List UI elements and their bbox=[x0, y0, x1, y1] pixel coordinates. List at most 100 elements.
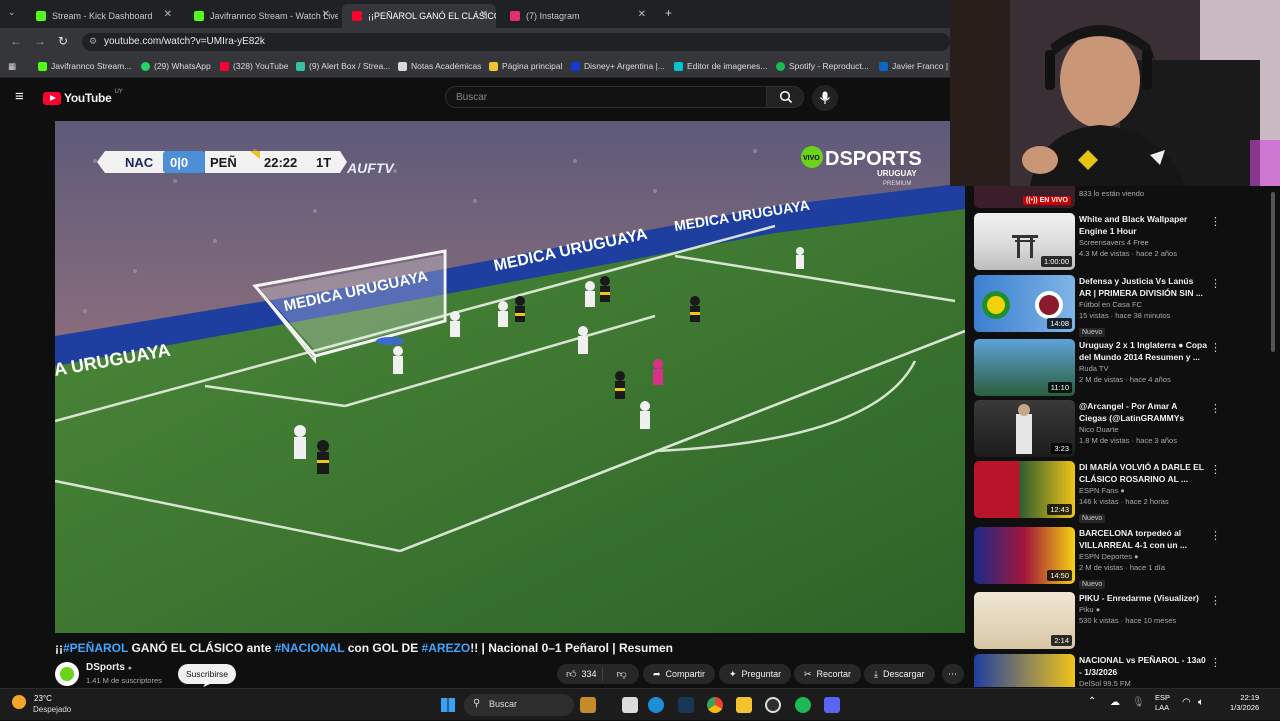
clip-button[interactable]: ✂ Recortar bbox=[794, 664, 862, 684]
reload-icon[interactable]: ↻ bbox=[58, 34, 68, 48]
verified-icon: ● bbox=[1095, 605, 1101, 614]
obs-icon[interactable] bbox=[765, 697, 781, 713]
wifi-icon[interactable]: ◠ bbox=[1182, 697, 1191, 708]
channel-name[interactable]: ESPN Deportes ● bbox=[1079, 551, 1207, 562]
list-item[interactable]: 3:23 @Arcangel - Por Amar A Ciegas (@Lat… bbox=[974, 400, 1274, 460]
video-thumbnail[interactable]: 11:10 bbox=[974, 339, 1075, 396]
list-item[interactable]: 12:43 DI MARÍA VOLVIÓ A DARLE EL CLÁSICO… bbox=[974, 461, 1274, 523]
weather-icon[interactable] bbox=[12, 695, 26, 709]
tray-overflow-icon[interactable]: ⌃ bbox=[1088, 696, 1096, 707]
search-input[interactable]: Buscar bbox=[445, 86, 767, 108]
chrome-icon[interactable] bbox=[707, 697, 723, 713]
list-item[interactable]: 1:00:00 White and Black Wallpaper Engine… bbox=[974, 213, 1274, 273]
close-icon[interactable]: ✕ bbox=[164, 9, 172, 20]
file-icon[interactable] bbox=[622, 697, 638, 713]
video-thumbnail[interactable]: 14:50 bbox=[974, 527, 1075, 584]
video-thumbnail[interactable]: 2:14 bbox=[974, 592, 1075, 649]
video-thumbnail[interactable]: 14:08 bbox=[974, 275, 1075, 332]
lang-indicator[interactable]: ESP LAA bbox=[1155, 693, 1170, 713]
live-item[interactable]: ((•)) EN VIVO bbox=[974, 184, 1075, 208]
bookmark-item[interactable]: Editor de imagenes... bbox=[674, 61, 767, 71]
more-actions-button[interactable]: ⋯ bbox=[942, 664, 964, 684]
menu-icon[interactable]: ≡ bbox=[15, 88, 24, 105]
like-button[interactable]: 👍︎ 334 bbox=[557, 667, 604, 681]
dislike-button[interactable]: 👎︎ bbox=[608, 668, 634, 680]
edge-icon[interactable] bbox=[648, 697, 664, 713]
video-player[interactable]: MEDICA URUGUAYA MEDICA URUGUAYA A URUGUA… bbox=[55, 121, 965, 633]
site-info-icon[interactable]: ⚙ bbox=[89, 36, 97, 47]
bookmark-item[interactable]: Página principal bbox=[489, 61, 562, 71]
mic-tray-icon[interactable]: 🎙︎ bbox=[1132, 697, 1145, 708]
channel-name[interactable]: Nico Duarte bbox=[1079, 424, 1207, 435]
more-vertical-icon[interactable]: ⋮ bbox=[1210, 656, 1221, 669]
forward-icon[interactable]: → bbox=[34, 34, 46, 48]
tab-youtube-video[interactable]: ¡¡PEÑAROL GANÓ EL CLÁSICO ✕ bbox=[342, 4, 496, 28]
hashtag-link[interactable]: #PEÑAROL bbox=[63, 641, 128, 655]
close-icon[interactable]: ✕ bbox=[322, 9, 330, 20]
video-thumbnail[interactable]: 3:23 bbox=[974, 400, 1075, 457]
list-item[interactable]: 14:08 Defensa y Justicia Vs Lanús AR | P… bbox=[974, 275, 1274, 337]
channel-name[interactable]: ESPN Fans ● bbox=[1079, 485, 1207, 496]
tab-search-icon[interactable]: ⌄ bbox=[8, 7, 16, 18]
windows-start-icon[interactable] bbox=[441, 698, 455, 712]
bookmark-item[interactable]: (328) YouTube bbox=[220, 61, 288, 71]
bookmark-item[interactable]: Spotify - Reproduct... bbox=[776, 61, 869, 71]
video-thumbnail[interactable] bbox=[974, 654, 1075, 687]
bookmark-item[interactable]: Disney+ Argentina |... bbox=[571, 61, 665, 71]
bookmark-item[interactable]: Notas Académicas bbox=[398, 61, 481, 71]
list-item[interactable]: 2:14 PIKU - Enredarme (Visualizer) Piku … bbox=[974, 592, 1274, 652]
ask-button[interactable]: ✦ Preguntar bbox=[719, 664, 792, 684]
taskbar-search[interactable]: ⚲ Buscar bbox=[464, 694, 574, 716]
tab-instagram[interactable]: (7) Instagram ✕ bbox=[500, 4, 654, 28]
back-icon[interactable]: ← bbox=[10, 34, 22, 48]
whatsapp-icon bbox=[141, 61, 150, 71]
tab-kick-dashboard[interactable]: Stream - Kick Dashboard ✕ bbox=[26, 4, 180, 28]
youtube-logo[interactable]: YouTube UY bbox=[43, 89, 123, 105]
hashtag-link[interactable]: #AREZO bbox=[422, 641, 471, 655]
discord-icon[interactable] bbox=[824, 697, 840, 713]
bookmark-item[interactable]: (9) Alert Box / Strea... bbox=[296, 61, 390, 71]
spotify-icon[interactable] bbox=[795, 697, 811, 713]
more-vertical-icon[interactable]: ⋮ bbox=[1210, 594, 1221, 607]
bookmark-item[interactable]: Javifrannco Stream... bbox=[38, 61, 131, 71]
voice-search-button[interactable] bbox=[812, 85, 838, 111]
tab-kick-watch[interactable]: Javifrannco Stream - Watch Live ✕ bbox=[184, 4, 338, 28]
steam-icon[interactable] bbox=[678, 697, 694, 713]
channel-name[interactable]: Screensavers 4 Free bbox=[1079, 237, 1207, 248]
share-button[interactable]: ➦ Compartir bbox=[643, 664, 716, 684]
scrollbar[interactable] bbox=[1271, 192, 1275, 352]
list-item[interactable]: 14:50 BARCELONA torpedeó al VILLARREAL 4… bbox=[974, 527, 1274, 589]
more-vertical-icon[interactable]: ⋮ bbox=[1210, 215, 1221, 228]
hashtag-link[interactable]: #NACIONAL bbox=[275, 641, 345, 655]
apps-icon[interactable]: ▦ bbox=[8, 61, 16, 72]
video-thumbnail[interactable]: 1:00:00 bbox=[974, 213, 1075, 270]
new-tab-icon[interactable]: + bbox=[665, 6, 672, 20]
weather-temp[interactable]: 23°C bbox=[34, 694, 52, 703]
channel-name[interactable]: DSports ● bbox=[86, 662, 132, 673]
more-vertical-icon[interactable]: ⋮ bbox=[1210, 529, 1221, 542]
close-icon[interactable]: ✕ bbox=[638, 9, 646, 20]
volume-icon[interactable]: 🔈︎ bbox=[1198, 697, 1204, 708]
channel-avatar[interactable] bbox=[55, 662, 79, 686]
more-vertical-icon[interactable]: ⋮ bbox=[1210, 277, 1221, 290]
url-text: youtube.com/watch?v=UMIra-yE82k bbox=[104, 36, 265, 47]
bookmark-item[interactable]: (29) WhatsApp bbox=[141, 61, 211, 71]
file-explorer-icon[interactable] bbox=[736, 697, 752, 713]
list-item[interactable]: NACIONAL vs PEÑAROL - 13a0 - 1/3/2026 De… bbox=[974, 654, 1274, 687]
channel-name[interactable]: Piku ● bbox=[1079, 604, 1207, 615]
onedrive-icon[interactable]: ☁ bbox=[1110, 697, 1120, 708]
channel-name[interactable]: DelSol 99.5 FM bbox=[1079, 678, 1207, 687]
game-app-icon[interactable] bbox=[580, 697, 596, 713]
channel-name[interactable]: Ruda TV bbox=[1079, 363, 1207, 374]
more-vertical-icon[interactable]: ⋮ bbox=[1210, 402, 1221, 415]
download-button[interactable]: ⤓ Descargar bbox=[864, 664, 935, 684]
clock[interactable]: 22:19 1/3/2026 bbox=[1230, 693, 1259, 713]
video-thumbnail[interactable]: 12:43 bbox=[974, 461, 1075, 518]
list-item[interactable]: 11:10 Uruguay 2 x 1 Inglaterra ● Copa de… bbox=[974, 339, 1274, 399]
more-vertical-icon[interactable]: ⋮ bbox=[1210, 341, 1221, 354]
channel-name[interactable]: Fútbol en Casa FC bbox=[1079, 299, 1207, 310]
search-button[interactable] bbox=[766, 86, 804, 108]
more-vertical-icon[interactable]: ⋮ bbox=[1210, 463, 1221, 476]
address-bar[interactable]: ⚙ youtube.com/watch?v=UMIra-yE82k bbox=[82, 33, 950, 51]
close-icon[interactable]: ✕ bbox=[480, 9, 488, 20]
